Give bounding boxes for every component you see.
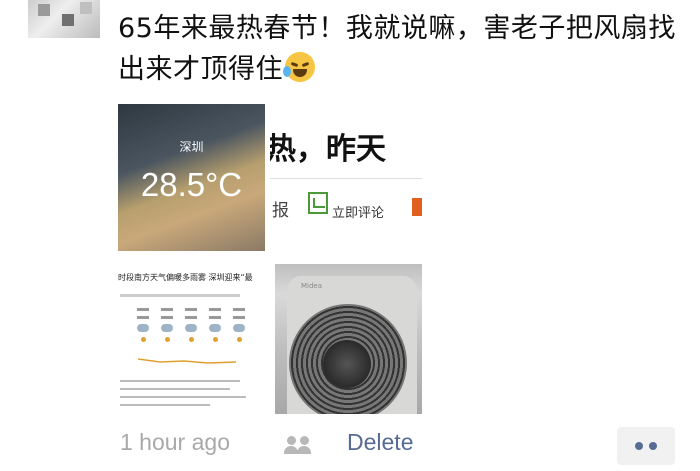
- article-text-line: [120, 388, 230, 390]
- forecast-day: [160, 308, 174, 342]
- weather-city: 深圳: [179, 140, 204, 154]
- more-dot-icon: [635, 442, 643, 450]
- post-text-block: 65年来最热春节！我就说嘛，害老子把风扇找出来才顶得住: [118, 8, 688, 90]
- fan-image[interactable]: Midea: [275, 264, 422, 414]
- avatar[interactable]: [28, 0, 100, 38]
- avatar-pixel: [38, 4, 50, 16]
- post-time: 1 hour ago: [120, 429, 230, 455]
- laughing-crying-emoji-icon: [283, 52, 315, 82]
- comment-icon: [308, 192, 328, 214]
- article-headline: 时段南方天气偏暖多雨雾 深圳迎来“最: [118, 273, 253, 282]
- news-source-fragment: 报: [272, 201, 289, 221]
- forecast-day: [184, 308, 198, 342]
- fan-brand: Midea: [301, 282, 323, 290]
- avatar-pixel: [80, 2, 92, 14]
- delete-link[interactable]: Delete: [347, 429, 413, 456]
- forecast-day: [136, 308, 150, 342]
- avatar-pixel: [62, 14, 74, 26]
- news-headline: 热，昨天: [270, 132, 386, 167]
- fan-hub: [323, 340, 371, 388]
- orange-icon: [412, 198, 422, 216]
- visibility-icon[interactable]: [284, 436, 314, 456]
- forecast-day: [232, 308, 246, 342]
- forecast-day: [208, 308, 222, 342]
- more-options-button[interactable]: [617, 427, 675, 465]
- news-divider: [270, 178, 422, 179]
- news-image[interactable]: 热，昨天 报 立即评论: [270, 104, 422, 251]
- news-comment-label: 立即评论: [332, 206, 385, 221]
- article-image[interactable]: 时段南方天气偏暖多雨雾 深圳迎来“最: [118, 264, 265, 414]
- post-text: 65年来最热春节！我就说嘛，害老子把风扇找出来才顶得住: [118, 13, 676, 85]
- weather-image[interactable]: 深圳 28.5°C: [118, 104, 265, 251]
- article-text-line: [120, 404, 210, 406]
- forecast-days: [136, 308, 246, 342]
- article-meta-line: [120, 294, 240, 297]
- temperature-line: [138, 358, 237, 364]
- article-text-line: [120, 396, 246, 398]
- article-text-line: [120, 380, 240, 382]
- more-dot-icon: [649, 442, 657, 450]
- weather-temperature: 28.5°C: [140, 166, 243, 203]
